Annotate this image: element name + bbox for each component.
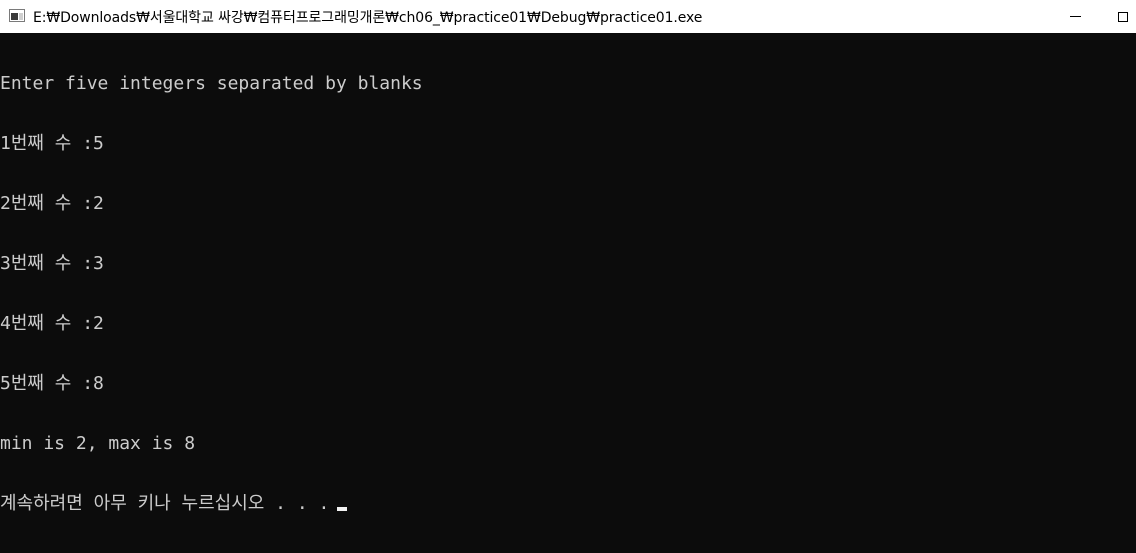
console-app-icon[interactable] [9,9,25,22]
console-line-result: min is 2, max is 8 [0,433,196,454]
title-bar[interactable]: E:₩Downloads₩서울대학교 싸강₩컴퓨터프로그래밍개론₩ch06_₩p… [0,0,1136,33]
console-line-input-5: 5번째 수 :8 [0,373,104,394]
pause-message: 계속하려면 아무 키나 누르십시오 . . . [0,493,330,514]
console-line-input-4: 4번째 수 :2 [0,313,104,334]
console-line-input-2: 2번째 수 :2 [0,193,104,214]
minimize-button[interactable] [1052,0,1098,33]
console-line-pause: 계속하려면 아무 키나 누르십시오 . . . [0,494,1136,514]
console-line-input-1: 1번째 수 :5 [0,133,104,154]
maximize-icon [1118,11,1128,22]
console-line-input-3: 3번째 수 :3 [0,253,104,274]
minimize-icon [1069,16,1081,17]
console-line-prompt: Enter five integers separated by blanks [0,73,423,94]
maximize-button[interactable] [1108,0,1136,33]
console-window: E:₩Downloads₩서울대학교 싸강₩컴퓨터프로그래밍개론₩ch06_₩p… [0,0,1136,553]
console-output[interactable]: Enter five integers separated by blanks … [0,34,1136,553]
window-title: E:₩Downloads₩서울대학교 싸강₩컴퓨터프로그래밍개론₩ch06_₩p… [33,10,703,26]
text-cursor [337,507,348,511]
